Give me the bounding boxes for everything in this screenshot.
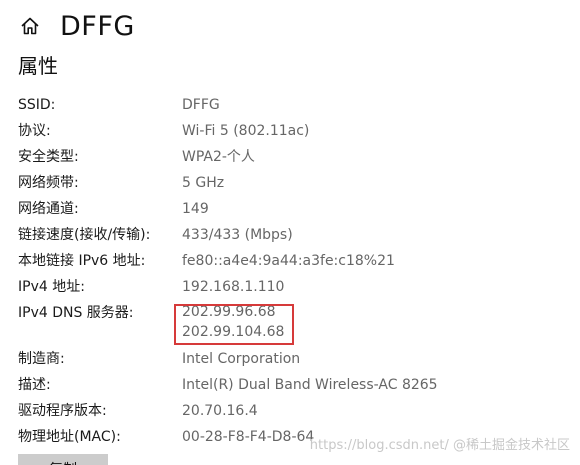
property-label: 安全类型: xyxy=(18,149,79,165)
property-label: 驱动程序版本: xyxy=(18,403,107,419)
property-row-ipv4-address: IPv4 地址: 192.168.1.110 xyxy=(18,276,568,302)
home-button[interactable] xyxy=(18,14,42,38)
property-label: IPv4 DNS 服务器: xyxy=(18,305,134,321)
dns-server-secondary: 202.99.104.68 xyxy=(182,324,285,340)
property-row-ipv6-address: 本地链接 IPv6 地址: fe80::a4e4:9a44:a3fe:c18%2… xyxy=(18,250,568,276)
property-value: 00-28-F8-F4-D8-64 xyxy=(182,429,315,445)
property-label: 网络通道: xyxy=(18,201,79,217)
property-row-description: 描述: Intel(R) Dual Band Wireless-AC 8265 xyxy=(18,374,568,400)
home-icon xyxy=(21,17,39,35)
page-header: DFFG xyxy=(18,6,135,46)
property-row-link-speed: 链接速度(接收/传输): 433/433 (Mbps) xyxy=(18,224,568,250)
property-value: WPA2-个人 xyxy=(182,149,255,165)
property-value: fe80::a4e4:9a44:a3fe:c18%21 xyxy=(182,253,395,269)
property-value: 192.168.1.110 xyxy=(182,279,285,295)
property-row-network-band: 网络频带: 5 GHz xyxy=(18,172,568,198)
property-label: 制造商: xyxy=(18,351,65,367)
network-properties-page: DFFG 属性 SSID: DFFG 协议: Wi-Fi 5 (802.11ac… xyxy=(0,0,580,465)
property-row-manufacturer: 制造商: Intel Corporation xyxy=(18,348,568,374)
property-value: 149 xyxy=(182,201,209,217)
property-label: SSID: xyxy=(18,97,56,113)
property-value: 433/433 (Mbps) xyxy=(182,227,293,243)
dns-server-primary: 202.99.96.68 xyxy=(182,304,276,320)
property-row-network-channel: 网络通道: 149 xyxy=(18,198,568,224)
property-label: 协议: xyxy=(18,123,51,139)
page-title: DFFG xyxy=(60,10,135,42)
property-row-driver-version: 驱动程序版本: 20.70.16.4 xyxy=(18,400,568,426)
property-label: IPv4 地址: xyxy=(18,279,85,295)
property-row-ipv4-dns: IPv4 DNS 服务器: 202.99.96.68 202.99.104.68 xyxy=(18,302,568,348)
property-value: 5 GHz xyxy=(182,175,225,191)
property-row-security-type: 安全类型: WPA2-个人 xyxy=(18,146,568,172)
property-row-ssid: SSID: DFFG xyxy=(18,94,568,120)
properties-list: SSID: DFFG 协议: Wi-Fi 5 (802.11ac) 安全类型: … xyxy=(18,94,568,452)
property-value: Intel Corporation xyxy=(182,351,301,367)
copy-button[interactable]: 复制 xyxy=(18,454,108,465)
property-label: 本地链接 IPv6 地址: xyxy=(18,253,146,269)
property-value: DFFG xyxy=(182,97,220,113)
property-label: 网络频带: xyxy=(18,175,79,191)
property-row-protocol: 协议: Wi-Fi 5 (802.11ac) xyxy=(18,120,568,146)
property-value: 20.70.16.4 xyxy=(182,403,258,419)
property-label: 物理地址(MAC): xyxy=(18,429,121,445)
property-value: Intel(R) Dual Band Wireless-AC 8265 xyxy=(182,377,438,393)
dns-server-list: 202.99.96.68 202.99.104.68 xyxy=(182,302,284,342)
watermark-text: https://blog.csdn.net/ @稀土掘金技术社区 xyxy=(309,438,570,453)
section-title: 属性 xyxy=(18,54,58,78)
property-label: 链接速度(接收/传输): xyxy=(18,227,151,243)
property-label: 描述: xyxy=(18,377,51,393)
property-value: Wi-Fi 5 (802.11ac) xyxy=(182,123,310,139)
